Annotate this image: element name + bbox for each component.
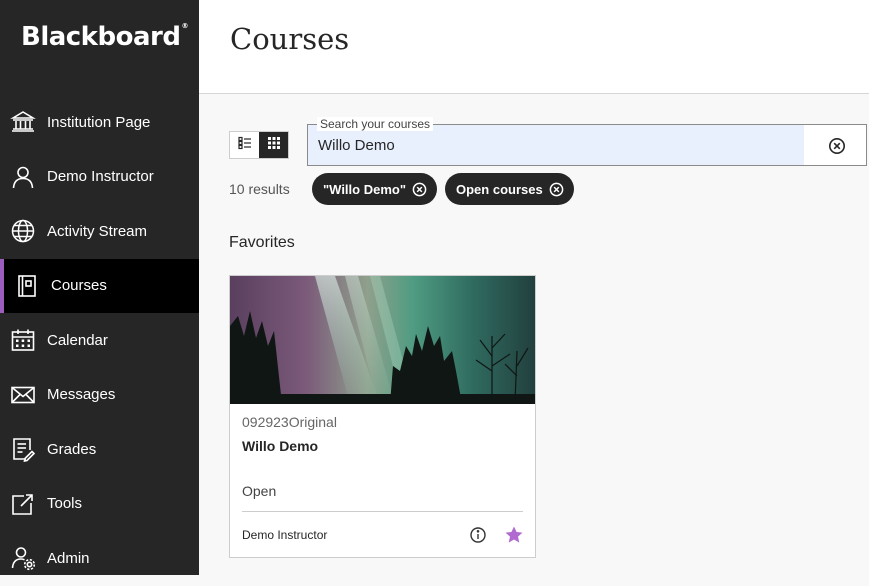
- favorites-heading: Favorites: [229, 234, 295, 251]
- remove-filter-icon[interactable]: [412, 182, 427, 197]
- sidebar-item-admin[interactable]: Admin: [0, 531, 199, 586]
- course-title[interactable]: Willo Demo: [242, 438, 318, 454]
- sidebar-item-label: Admin: [47, 549, 90, 567]
- sidebar-item-label: Calendar: [47, 331, 108, 349]
- sidebar-item-grades[interactable]: Grades: [0, 422, 199, 477]
- filter-chip-open-courses[interactable]: Open courses: [445, 173, 574, 205]
- course-card[interactable]: 092923Original Willo Demo Open Demo Inst…: [229, 275, 536, 558]
- calendar-icon: [10, 327, 36, 353]
- info-icon: [470, 527, 486, 543]
- sidebar-item-demo-instructor[interactable]: Demo Instructor: [0, 150, 199, 205]
- institution-icon: [10, 109, 36, 135]
- sidebar-item-label: Courses: [51, 277, 107, 295]
- globe-icon: [10, 218, 36, 244]
- sidebar-item-label: Grades: [47, 440, 97, 458]
- course-info-button[interactable]: [469, 526, 487, 544]
- search-value: Willo Demo: [318, 137, 395, 154]
- admin-icon: [10, 545, 36, 571]
- sidebar-item-label: Activity Stream: [47, 222, 148, 240]
- course-banner-image: [230, 276, 535, 404]
- filter-chip-label: Open courses: [456, 181, 543, 197]
- grid-view-icon: [267, 136, 281, 155]
- filter-chip-label: "Willo Demo": [323, 181, 406, 197]
- envelope-icon: [10, 382, 36, 408]
- sidebar-item-messages[interactable]: Messages: [0, 368, 199, 423]
- grades-icon: [10, 436, 36, 463]
- courses-icon: [14, 273, 40, 299]
- sidebar-item-activity-stream[interactable]: Activity Stream: [0, 204, 199, 259]
- card-divider: [242, 511, 523, 512]
- results-count: 10 results: [229, 181, 290, 197]
- page-title: Courses: [230, 22, 350, 56]
- search-input[interactable]: Search your courses Willo Demo: [307, 117, 867, 166]
- remove-filter-icon[interactable]: [549, 182, 564, 197]
- sidebar-item-label: Messages: [47, 386, 116, 404]
- sidebar-item-label: Institution Page: [47, 113, 151, 131]
- search-label: Search your courses: [317, 117, 434, 131]
- view-toggle: [229, 131, 289, 159]
- tools-icon: [10, 491, 36, 517]
- grid-view-button[interactable]: [259, 132, 288, 158]
- course-code: 092923Original: [242, 414, 337, 430]
- sidebar-item-label: Tools: [47, 495, 83, 513]
- sidebar-item-label: Demo Instructor: [47, 168, 154, 186]
- sidebar-item-institution-page[interactable]: Institution Page: [0, 95, 199, 150]
- favorite-button[interactable]: [504, 525, 524, 545]
- clear-search-button[interactable]: [828, 137, 846, 155]
- clear-icon: [829, 138, 845, 154]
- sidebar-item-calendar[interactable]: Calendar: [0, 313, 199, 368]
- sidebar-item-courses[interactable]: Courses: [0, 258, 199, 313]
- list-view-icon: [237, 136, 252, 155]
- list-view-button[interactable]: [230, 132, 259, 158]
- blackboard-logo[interactable]: Blackboard®: [21, 22, 188, 52]
- star-icon: [505, 526, 523, 543]
- filter-chip-search-term[interactable]: "Willo Demo": [312, 173, 437, 205]
- logo-trademark: ®: [181, 22, 188, 30]
- user-icon: [10, 164, 36, 190]
- course-status: Open: [242, 483, 277, 499]
- sidebar: Blackboard® Institution Page Demo Instru…: [0, 0, 199, 575]
- sidebar-nav: Institution Page Demo Instructor Activit…: [0, 95, 199, 586]
- course-instructor: Demo Instructor: [242, 528, 328, 542]
- page-header: Courses: [199, 0, 869, 94]
- sidebar-item-tools[interactable]: Tools: [0, 477, 199, 532]
